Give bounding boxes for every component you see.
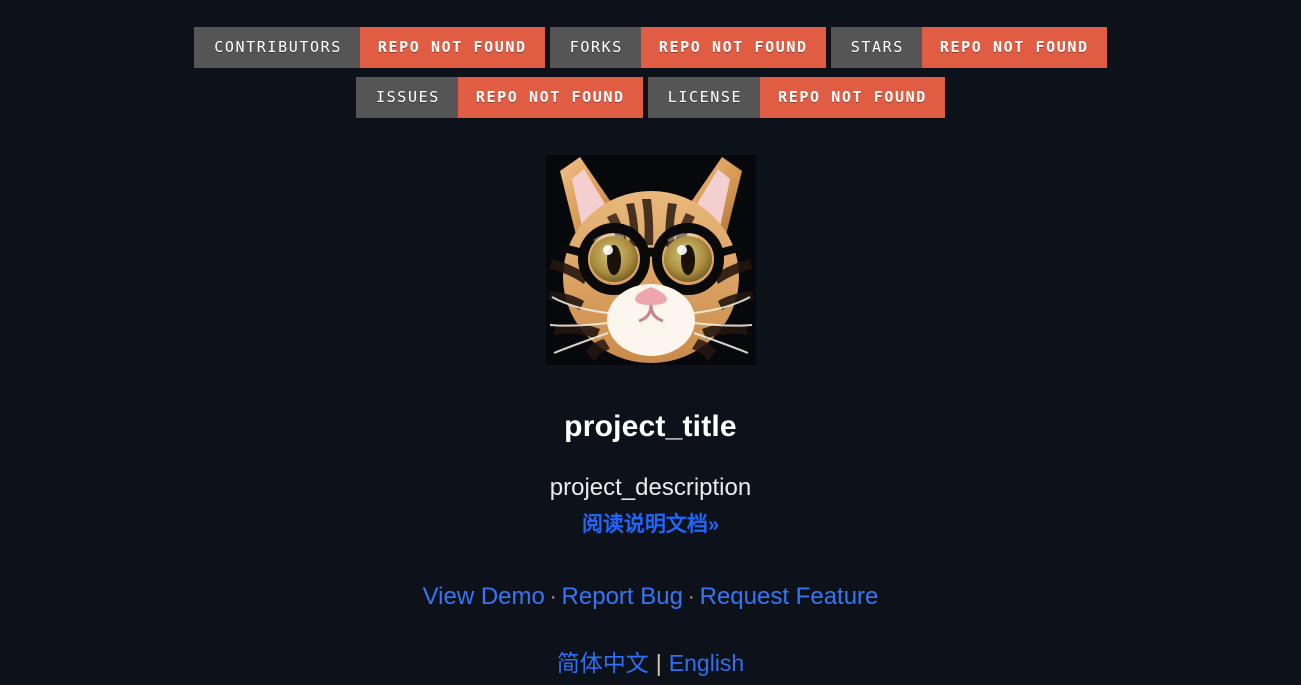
- badge-license[interactable]: LICENSE REPO NOT FOUND: [647, 77, 945, 118]
- action-links-row: View Demo · Report Bug · Request Feature: [0, 538, 1301, 611]
- language-separator: |: [655, 650, 662, 676]
- language-link-chinese[interactable]: 简体中文: [557, 650, 649, 676]
- language-link-english[interactable]: English: [669, 650, 744, 676]
- badge-forks-label: FORKS: [549, 27, 641, 68]
- docs-link-row: 阅读说明文档»: [0, 502, 1301, 538]
- link-separator: ·: [549, 586, 557, 609]
- badge-row-1: CONTRIBUTORS REPO NOT FOUND FORKS REPO N…: [0, 27, 1301, 68]
- badge-row-2: ISSUES REPO NOT FOUND LICENSE REPO NOT F…: [0, 77, 1301, 118]
- badge-license-value: REPO NOT FOUND: [760, 77, 945, 118]
- badge-stars-label: STARS: [830, 27, 922, 68]
- page-title: project_title: [564, 410, 737, 443]
- request-feature-link[interactable]: Request Feature: [700, 583, 879, 610]
- badge-issues-label: ISSUES: [356, 77, 458, 118]
- view-demo-link[interactable]: View Demo: [423, 583, 545, 610]
- logo-container: [0, 155, 1301, 365]
- badge-section: CONTRIBUTORS REPO NOT FOUND FORKS REPO N…: [0, 0, 1301, 118]
- badge-stars-value: REPO NOT FOUND: [921, 27, 1107, 68]
- badge-forks-value: REPO NOT FOUND: [640, 27, 826, 68]
- badge-license-label: LICENSE: [647, 77, 761, 118]
- link-separator: ·: [687, 586, 695, 609]
- read-docs-link[interactable]: 阅读说明文档: [582, 513, 708, 536]
- report-bug-link[interactable]: Report Bug: [562, 583, 683, 610]
- language-switch-row: 简体中文 | English: [0, 611, 1301, 678]
- badge-contributors-label: CONTRIBUTORS: [194, 27, 360, 68]
- project-description: project_description: [549, 474, 752, 501]
- badge-stars[interactable]: STARS REPO NOT FOUND: [830, 27, 1107, 68]
- badge-forks[interactable]: FORKS REPO NOT FOUND: [549, 27, 826, 68]
- readme-page: CONTRIBUTORS REPO NOT FOUND FORKS REPO N…: [0, 0, 1301, 685]
- badge-contributors-value: REPO NOT FOUND: [359, 27, 545, 68]
- cat-with-glasses-logo-icon: [545, 155, 756, 365]
- badge-issues-value: REPO NOT FOUND: [457, 77, 643, 118]
- docs-arrow-icon: »: [707, 514, 720, 536]
- badge-issues[interactable]: ISSUES REPO NOT FOUND: [356, 77, 643, 118]
- badge-contributors[interactable]: CONTRIBUTORS REPO NOT FOUND: [194, 27, 545, 68]
